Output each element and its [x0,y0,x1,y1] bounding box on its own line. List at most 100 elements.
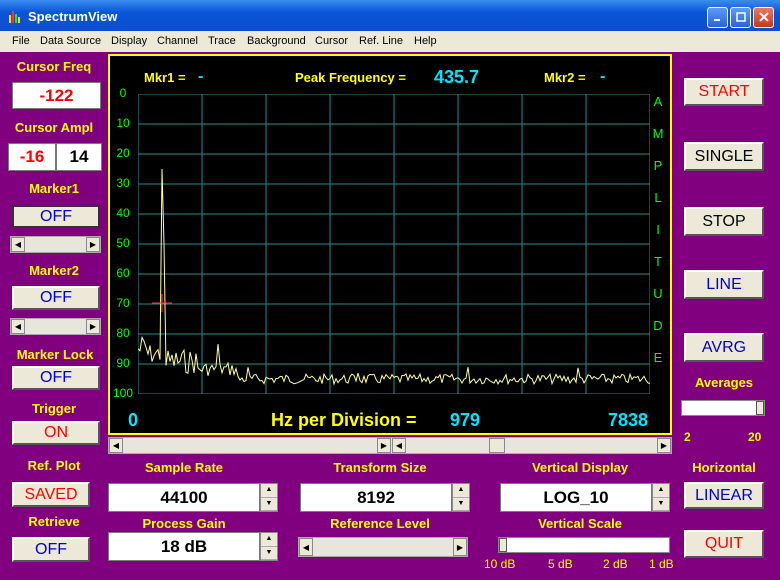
y-tick-label: 80 [116,326,130,340]
marker1-button[interactable]: OFF [12,205,100,228]
spin-down-icon[interactable]: ▼ [453,498,469,511]
vertical-scale-slider[interactable] [498,537,670,553]
menu-channel[interactable]: Channel [157,35,198,47]
avrg-button[interactable]: AVRG [684,333,764,362]
process-gain-label: Process Gain [142,516,226,531]
menu-background[interactable]: Background [247,35,306,47]
cursor-freq-label: Cursor Freq [16,59,92,74]
trigger-button[interactable]: ON [12,421,100,445]
spin-up-icon[interactable]: ▲ [261,484,277,498]
slider-thumb[interactable] [756,401,764,415]
cursor-crosshair [152,294,172,312]
y-tick-label: 0 [119,86,127,100]
horizontal-label: Horizontal [692,460,756,475]
scroll-right-icon[interactable]: ▶ [453,538,467,556]
menu-ref-line[interactable]: Ref. Line [359,35,403,47]
averages-label: Averages [694,375,754,390]
start-button[interactable]: START [684,78,764,106]
marker2-button[interactable]: OFF [12,286,100,310]
horizontal-scale-button[interactable]: LINEAR [684,482,764,509]
plot-grid [138,94,650,394]
marker2-label: Marker2 [29,263,79,278]
cursor-ampl-value-2: 14 [56,143,102,171]
amplitude-axis-letter: P [653,158,663,173]
reference-level-slider[interactable]: ◀ ▶ [298,537,468,557]
vertical-scale-label: Vertical Scale [538,516,622,531]
cursor-ampl-value-1: -16 [8,143,56,171]
minimize-icon [713,19,720,21]
y-tick-label: 70 [116,296,130,310]
spectrum-app-icon [9,11,20,23]
scroll-right-icon[interactable]: ▶ [86,237,100,252]
y-tick-label: 10 [116,116,130,130]
scroll-thumb[interactable] [489,438,505,453]
sample-rate-field[interactable]: 44100 [108,483,260,512]
spectrum-plot[interactable] [138,94,650,394]
quit-button[interactable]: QUIT [684,530,764,558]
cursor-freq-value: -122 [12,82,101,109]
close-button[interactable] [753,7,774,28]
hz-per-division-value: 979 [450,410,481,430]
stop-button[interactable]: STOP [684,207,764,236]
retrieve-button[interactable]: OFF [12,537,90,562]
menu-file[interactable]: File [12,35,30,47]
scroll-left-icon[interactable]: ◀ [392,438,406,453]
menu-help[interactable]: Help [414,35,437,47]
sample-rate-spinner[interactable]: ▲ ▼ [260,483,278,512]
scroll-left-icon[interactable]: ◀ [109,438,123,453]
scroll-left-icon[interactable]: ◀ [11,319,25,334]
vertical-display-field[interactable]: LOG_10 [500,483,652,512]
transform-size-field[interactable]: 8192 [300,483,452,512]
menu-data-source[interactable]: Data Source [40,35,101,47]
marker2-scrollbar[interactable]: ◀ ▶ [10,318,101,335]
close-icon [758,12,769,22]
scroll-left-icon[interactable]: ◀ [11,237,25,252]
hz-per-division-label: Hz per Division = [271,410,417,430]
process-gain-spinner[interactable]: ▲ ▼ [260,532,278,561]
averages-min: 2 [684,430,691,444]
ref-plot-button[interactable]: SAVED [12,482,90,507]
maximize-button[interactable] [730,7,751,28]
maximize-icon [735,12,746,22]
menu-trace[interactable]: Trace [208,35,236,47]
scroll-left-icon[interactable]: ◀ [299,538,313,556]
spin-down-icon[interactable]: ▼ [261,498,277,511]
peak-frequency-label: Peak Frequency = [295,70,406,85]
spin-down-icon[interactable]: ▼ [261,547,277,560]
averages-slider[interactable] [681,400,765,416]
menu-bar: File Data Source Display Channel Trace B… [0,31,780,52]
marker1-scrollbar[interactable]: ◀ ▶ [10,236,101,253]
minimize-button[interactable] [707,7,728,28]
sample-rate-label: Sample Rate [144,460,224,475]
amplitude-axis-letter: M [652,126,664,141]
scroll-right-icon[interactable]: ▶ [657,438,671,453]
y-tick-label: 40 [116,206,130,220]
process-gain-field[interactable]: 18 dB [108,532,260,561]
averages-max: 20 [748,430,762,444]
display-scrollbar[interactable]: ◀ ▶ ◀ ▶ [108,437,672,454]
transform-size-label: Transform Size [333,460,427,475]
menu-cursor[interactable]: Cursor [315,35,348,47]
spin-up-icon[interactable]: ▲ [261,533,277,547]
vertical-scale-tick-1db: 1 dB [649,557,674,571]
spectrum-display[interactable]: Mkr1 = - Peak Frequency = 435.7 Mkr2 = -… [108,54,672,435]
spin-up-icon[interactable]: ▲ [453,484,469,498]
spin-up-icon[interactable]: ▲ [653,484,669,498]
y-tick-label: 60 [116,266,130,280]
line-button[interactable]: LINE [684,270,764,299]
y-tick-label: 100 [112,386,134,400]
single-button[interactable]: SINGLE [684,142,764,171]
slider-thumb[interactable] [499,538,507,552]
spin-down-icon[interactable]: ▼ [653,498,669,511]
scroll-right-icon[interactable]: ▶ [86,319,100,334]
marker-lock-button[interactable]: OFF [12,366,100,390]
scroll-right-icon[interactable]: ▶ [377,438,391,453]
amplitude-axis-letter: E [653,350,663,365]
window-title: SpectrumView [28,9,118,24]
transform-size-spinner[interactable]: ▲ ▼ [452,483,470,512]
vertical-scale-tick-2db: 2 dB [603,557,628,571]
vertical-display-spinner[interactable]: ▲ ▼ [652,483,670,512]
menu-display[interactable]: Display [111,35,147,47]
amplitude-axis-letter: I [656,222,660,237]
marker-lock-label: Marker Lock [16,347,94,362]
